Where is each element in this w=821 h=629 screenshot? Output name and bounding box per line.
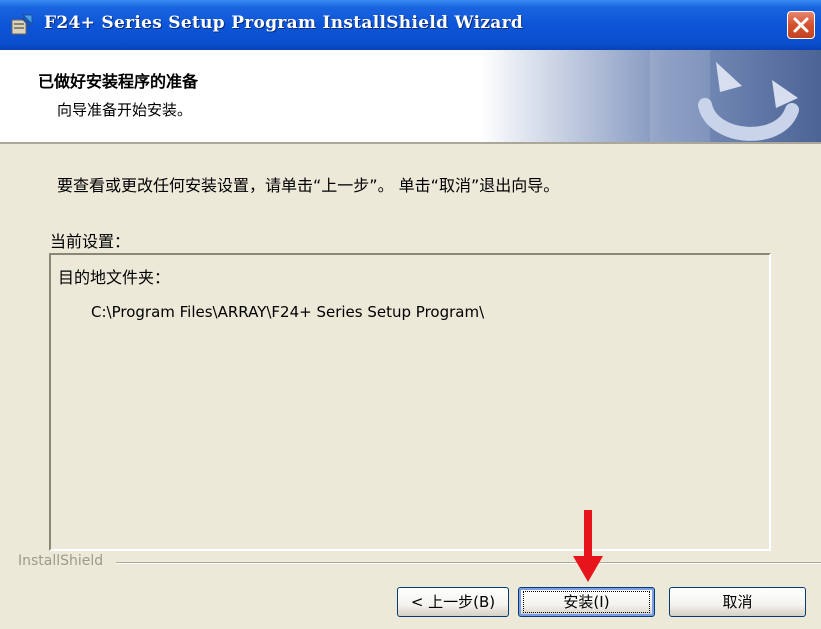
instruction-text: 要查看或更改任何安装设置，请单击“上一步”。 单击“取消”退出向导。 [57,176,560,195]
focus-rect [523,591,650,613]
wizard-header: 已做好安装程序的准备 向导准备开始安装。 [0,50,821,144]
close-button[interactable] [787,11,815,39]
installer-window: F24+ Series Setup Program InstallShield … [0,0,821,629]
window-title: F24+ Series Setup Program InstallShield … [44,13,524,33]
destination-path: C:\Program Files\ARRAY\F24+ Series Setup… [91,303,485,321]
current-settings-label: 当前设置： [50,232,131,251]
installshield-brand: InstallShield [18,553,104,569]
title-bar[interactable]: F24+ Series Setup Program InstallShield … [0,0,821,50]
install-button[interactable]: 安装(I) [518,587,655,617]
cancel-button[interactable]: 取消 [669,587,806,617]
footer-divider [116,562,821,564]
back-button[interactable]: < 上一步(B) [397,587,509,617]
installshield-logo [480,50,821,142]
settings-panel [49,253,771,551]
red-arrow-annotation [573,510,603,582]
header-subtitle: 向导准备开始安装。 [57,101,193,119]
header-title: 已做好安装程序的准备 [38,72,199,91]
close-icon [793,17,809,33]
destination-label: 目的地文件夹： [58,268,171,287]
installer-icon [10,14,34,36]
